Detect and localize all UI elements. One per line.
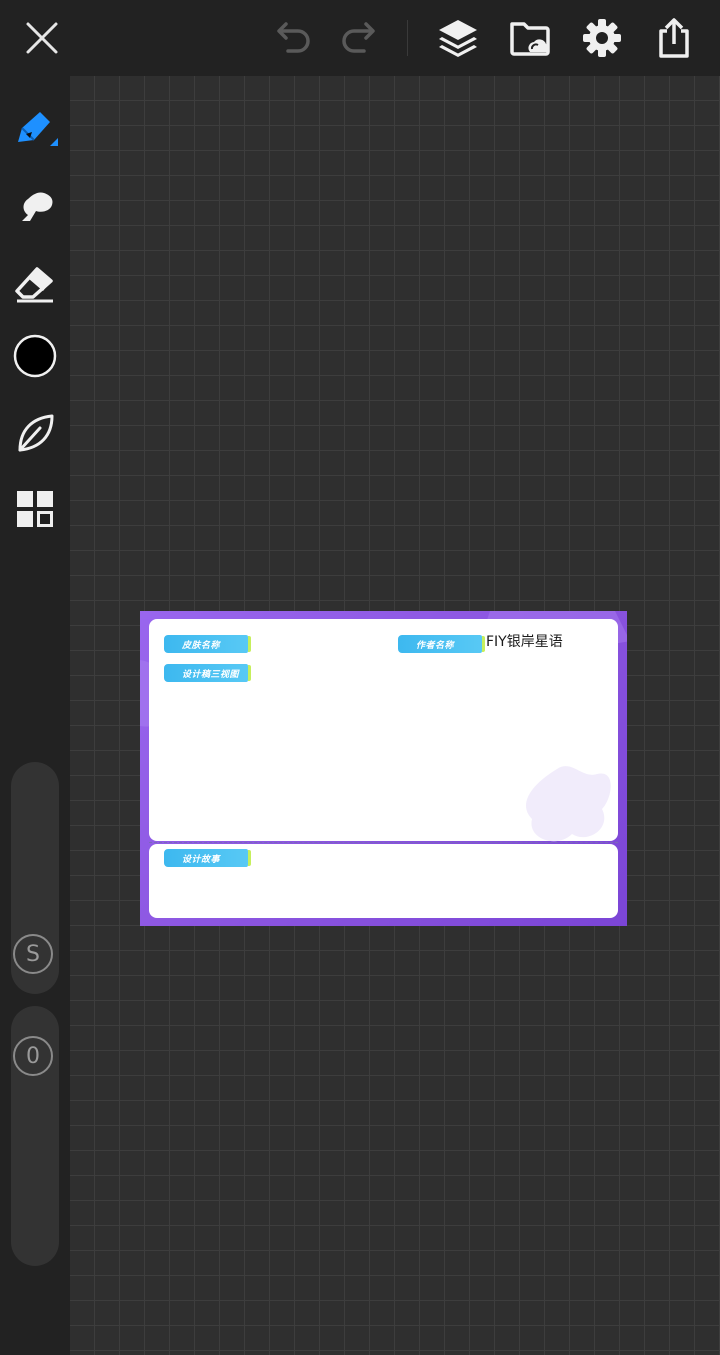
- folder-cloud-icon: [510, 22, 550, 56]
- grid-icon: [17, 491, 53, 527]
- share-icon: [659, 18, 689, 58]
- color-swatch: [13, 334, 57, 378]
- opacity-slider-label: 0: [26, 1043, 40, 1069]
- toolbar-divider: [407, 20, 408, 56]
- design-story-tag: 设计故事: [164, 849, 251, 867]
- undo-button[interactable]: [270, 14, 318, 62]
- layers-button[interactable]: [434, 14, 482, 62]
- design-views-tag: 设计稿三视图: [164, 664, 251, 682]
- size-slider-knob[interactable]: S: [13, 934, 53, 974]
- size-slider-label: S: [26, 941, 40, 967]
- close-button[interactable]: [18, 14, 66, 62]
- undo-icon: [277, 22, 310, 53]
- dashed-separator: [149, 842, 618, 843]
- brush-opacity-slider[interactable]: 0: [11, 1006, 59, 1266]
- tool-sidebar: S 0: [0, 76, 70, 1355]
- gallery-button[interactable]: [10, 484, 60, 534]
- close-icon: [26, 22, 58, 54]
- artboard[interactable]: 皮肤名称 作者名称 FIY银岸星语 设计稿三视图 设计故事: [140, 611, 627, 926]
- brush-size-slider[interactable]: S: [11, 762, 59, 994]
- layers-icon: [439, 20, 477, 57]
- brush-library-button[interactable]: [10, 408, 60, 458]
- decor-faint-star: [526, 766, 611, 842]
- skin-name-tag: 皮肤名称: [164, 635, 251, 653]
- gear-icon: [583, 19, 621, 57]
- share-button[interactable]: [650, 14, 698, 62]
- color-picker-button[interactable]: [10, 331, 60, 381]
- top-toolbar: [0, 0, 720, 76]
- redo-icon: [342, 22, 375, 53]
- author-name-value: FIY银岸星语: [486, 634, 563, 650]
- eraser-icon: [15, 267, 53, 303]
- folder-button[interactable]: [506, 14, 554, 62]
- smudge-icon: [22, 192, 53, 221]
- opacity-slider-knob[interactable]: 0: [13, 1036, 53, 1076]
- pen-icon: [18, 112, 58, 146]
- eraser-tool-button[interactable]: [10, 258, 60, 308]
- settings-button[interactable]: [578, 14, 626, 62]
- smudge-tool-button[interactable]: [10, 181, 60, 231]
- leaf-icon: [18, 414, 54, 452]
- author-name-tag: 作者名称: [398, 635, 485, 653]
- redo-button[interactable]: [334, 14, 382, 62]
- pen-tool-button[interactable]: [10, 104, 60, 154]
